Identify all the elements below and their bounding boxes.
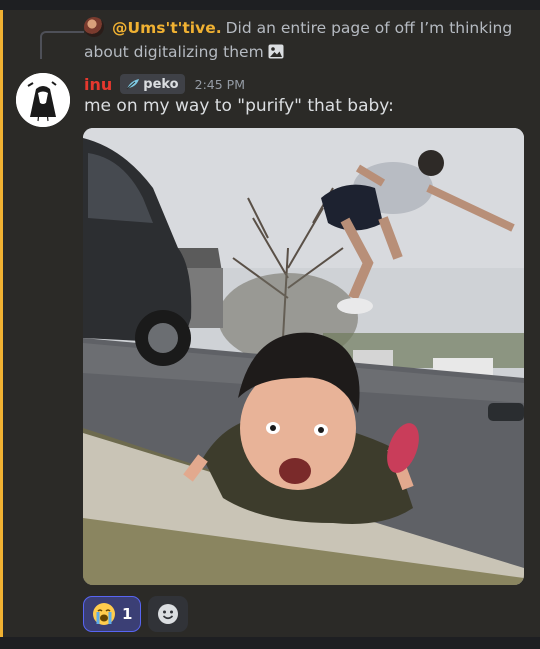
- add-reaction-button[interactable]: [148, 596, 189, 632]
- reply-author-name[interactable]: @Ums't'tive.: [112, 19, 222, 37]
- reply-preview[interactable]: @Ums't'tive. Did an entire page of off I’…: [84, 16, 524, 64]
- user-tag[interactable]: peko: [120, 74, 185, 94]
- feather-icon: [126, 79, 140, 90]
- user-tag-label: peko: [143, 76, 179, 92]
- mention-highlight-bar: [0, 10, 3, 637]
- image-icon: [268, 44, 284, 59]
- loudly-crying-face-icon: [93, 603, 115, 625]
- message-content: me on my way to "purify" that baby:: [84, 96, 394, 116]
- photo-kids-jumping: [83, 128, 524, 585]
- bottom-bar: [0, 637, 540, 649]
- message-header: inu peko 2:45 PM: [84, 72, 245, 96]
- reaction-count: 1: [122, 605, 133, 623]
- image-attachment[interactable]: [83, 128, 524, 585]
- avatar[interactable]: [16, 73, 70, 127]
- reaction-loudly-crying[interactable]: 1: [83, 596, 142, 632]
- timestamp[interactable]: 2:45 PM: [195, 77, 245, 92]
- hooded-figure-avatar-art: [16, 73, 70, 127]
- reply-connector: [40, 31, 84, 59]
- add-reaction-icon: [158, 604, 179, 624]
- username[interactable]: inu: [84, 75, 112, 94]
- reactions-bar: 1: [83, 596, 189, 632]
- top-bar: [0, 0, 540, 10]
